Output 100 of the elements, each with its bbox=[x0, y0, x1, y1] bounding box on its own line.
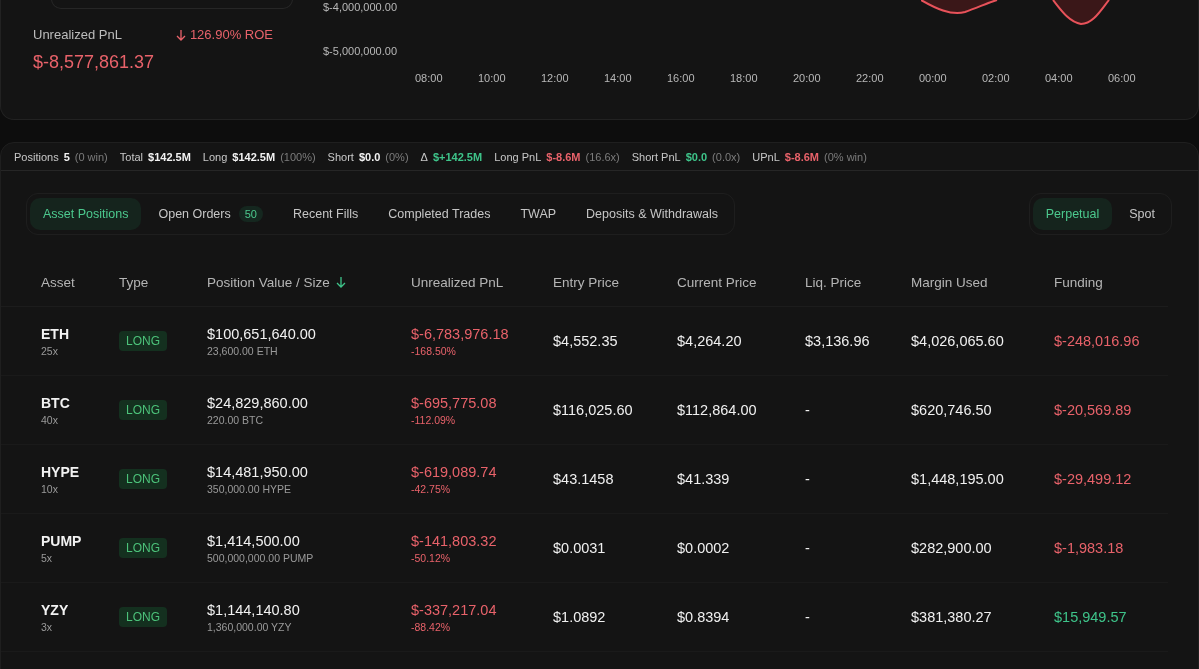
column-header[interactable]: Entry Price bbox=[553, 274, 620, 290]
funding-value: $15,949.57 bbox=[1054, 609, 1128, 625]
stat-value: $+142.5M bbox=[432, 151, 483, 163]
tab[interactable]: Completed Trades bbox=[375, 198, 504, 230]
x-axis-label: 10:00 bbox=[478, 72, 507, 84]
x-axis-label: 20:00 bbox=[793, 72, 822, 84]
roe-value: 126.90% ROE bbox=[189, 27, 273, 42]
tab[interactable]: Deposits & Withdrawals bbox=[573, 198, 732, 230]
stat-value: $142.5M bbox=[148, 151, 191, 163]
x-axis-label: 18:00 bbox=[730, 72, 759, 84]
unrealized-pnl-value: $-8,577,861.37 bbox=[33, 52, 155, 73]
stat-label: Total bbox=[119, 151, 144, 163]
leverage: 5x bbox=[41, 551, 54, 564]
table-cell-text: $282,900.00 bbox=[911, 540, 993, 556]
leverage: 3x bbox=[41, 620, 54, 633]
pnl-percent: -112.09% bbox=[411, 413, 457, 426]
stat-value: $-8.6M bbox=[546, 151, 581, 163]
stat-label: Long bbox=[202, 151, 228, 163]
side-tag: LONG bbox=[119, 607, 167, 627]
stat-note: (0.0x) bbox=[712, 151, 741, 163]
asset-name: YZY bbox=[41, 601, 70, 618]
side-tag: LONG bbox=[119, 538, 167, 558]
table-cell-text: $3,136.96 bbox=[805, 333, 871, 349]
funding-value: $-20,569.89 bbox=[1054, 402, 1133, 418]
table-cell-text: $381,380.27 bbox=[911, 609, 993, 625]
tab[interactable]: TWAP bbox=[507, 198, 570, 230]
table-cell-text: $0.0002 bbox=[677, 540, 731, 556]
funding-value: $-29,499.12 bbox=[1054, 471, 1133, 487]
y-axis-label: $-5,000,000.00 bbox=[323, 45, 397, 57]
asset-name: BTC bbox=[41, 394, 71, 411]
table-cell-text: $620,746.50 bbox=[911, 402, 993, 418]
y-axis-label: $-4,000,000.00 bbox=[323, 1, 397, 13]
leverage: 10x bbox=[41, 482, 59, 495]
stat-label: UPnL bbox=[752, 151, 780, 163]
position-value: $1,414,500.00 bbox=[207, 532, 301, 549]
table-cell-text: $112,864.00 bbox=[677, 402, 758, 418]
pnl-percent: -168.50% bbox=[411, 344, 457, 357]
position-value: $14,481,950.00 bbox=[207, 463, 309, 480]
tab[interactable]: Open Orders 50 bbox=[145, 197, 276, 231]
position-size: 23,600.00 ETH bbox=[207, 344, 279, 357]
down-arrow-icon bbox=[175, 28, 186, 41]
stat-note: (16.6x) bbox=[585, 151, 620, 163]
position-size: 350,000.00 HYPE bbox=[207, 482, 293, 495]
column-header[interactable]: Asset bbox=[41, 274, 75, 290]
down-arrow-icon bbox=[335, 276, 346, 288]
stat-value: $142.5M bbox=[232, 151, 276, 163]
x-axis-label: 00:00 bbox=[919, 72, 948, 84]
leverage: 40x bbox=[41, 413, 59, 426]
stat-label: Long PnL bbox=[494, 151, 542, 163]
table-cell-text: $0.8394 bbox=[677, 609, 731, 625]
table-cell-text: - bbox=[805, 471, 811, 487]
position-size: 1,360,000.00 YZY bbox=[207, 620, 293, 633]
position-size: 500,000,000.00 PUMP bbox=[207, 551, 315, 564]
position-value: $100,651,640.00 bbox=[207, 325, 317, 342]
table-cell-text: $1.0892 bbox=[553, 609, 607, 625]
pnl-value: $-619,089.74 bbox=[411, 463, 498, 480]
table-cell-text: - bbox=[805, 402, 811, 418]
tab[interactable]: Asset Positions bbox=[30, 198, 142, 230]
toggle-option[interactable]: Spot bbox=[1116, 198, 1168, 230]
asset-name: ETH bbox=[41, 325, 70, 342]
funding-value: $-248,016.96 bbox=[1054, 333, 1141, 349]
leverage: 25x bbox=[41, 344, 59, 357]
x-axis-label: 04:00 bbox=[1045, 72, 1074, 84]
stat-note: (100%) bbox=[280, 151, 316, 163]
stat-value: 5 bbox=[63, 151, 70, 163]
toggle-option[interactable]: Perpetual bbox=[1032, 198, 1113, 230]
pnl-value: $-6,783,976.18 bbox=[411, 325, 510, 342]
side-tag: LONG bbox=[119, 400, 167, 420]
x-axis-label: 12:00 bbox=[541, 72, 570, 84]
pnl-value: $-141,803.32 bbox=[411, 532, 498, 549]
funding-value: $-1,983.18 bbox=[1054, 540, 1125, 556]
side-tag: LONG bbox=[119, 469, 167, 489]
table-cell-text: - bbox=[805, 609, 811, 625]
column-header[interactable]: Unrealized PnL bbox=[411, 274, 504, 290]
stat-note: (0% win) bbox=[824, 151, 867, 163]
column-header[interactable]: Position Value / Size bbox=[207, 274, 330, 290]
table-cell-text: $4,264.20 bbox=[677, 333, 743, 349]
asset-name: HYPE bbox=[41, 463, 81, 480]
stat-note: (0%) bbox=[385, 151, 409, 163]
table-cell-text: $43.1458 bbox=[553, 471, 615, 487]
pnl-value: $-337,217.04 bbox=[411, 601, 498, 618]
table-cell-text: - bbox=[805, 540, 811, 556]
column-header[interactable]: Margin Used bbox=[911, 274, 988, 290]
pnl-percent: -50.12% bbox=[411, 551, 452, 564]
stat-note: (0 win) bbox=[74, 151, 108, 163]
column-header[interactable]: Funding bbox=[1054, 274, 1103, 290]
side-tag: LONG bbox=[119, 331, 167, 351]
x-axis-label: 14:00 bbox=[604, 72, 633, 84]
stat-value: $0.0 bbox=[685, 151, 708, 163]
column-header[interactable]: Liq. Price bbox=[805, 274, 862, 290]
column-header[interactable]: Current Price bbox=[677, 274, 757, 290]
position-value: $24,829,860.00 bbox=[207, 394, 309, 411]
position-size: 220.00 BTC bbox=[207, 413, 265, 426]
stat-label: Δ bbox=[420, 151, 428, 163]
pnl-percent: -88.42% bbox=[411, 620, 452, 633]
tab[interactable]: Recent Fills bbox=[280, 198, 372, 230]
x-axis-label: 02:00 bbox=[982, 72, 1011, 84]
x-axis-label: 06:00 bbox=[1108, 72, 1137, 84]
column-header[interactable]: Type bbox=[119, 274, 149, 290]
x-axis-label: 16:00 bbox=[667, 72, 696, 84]
